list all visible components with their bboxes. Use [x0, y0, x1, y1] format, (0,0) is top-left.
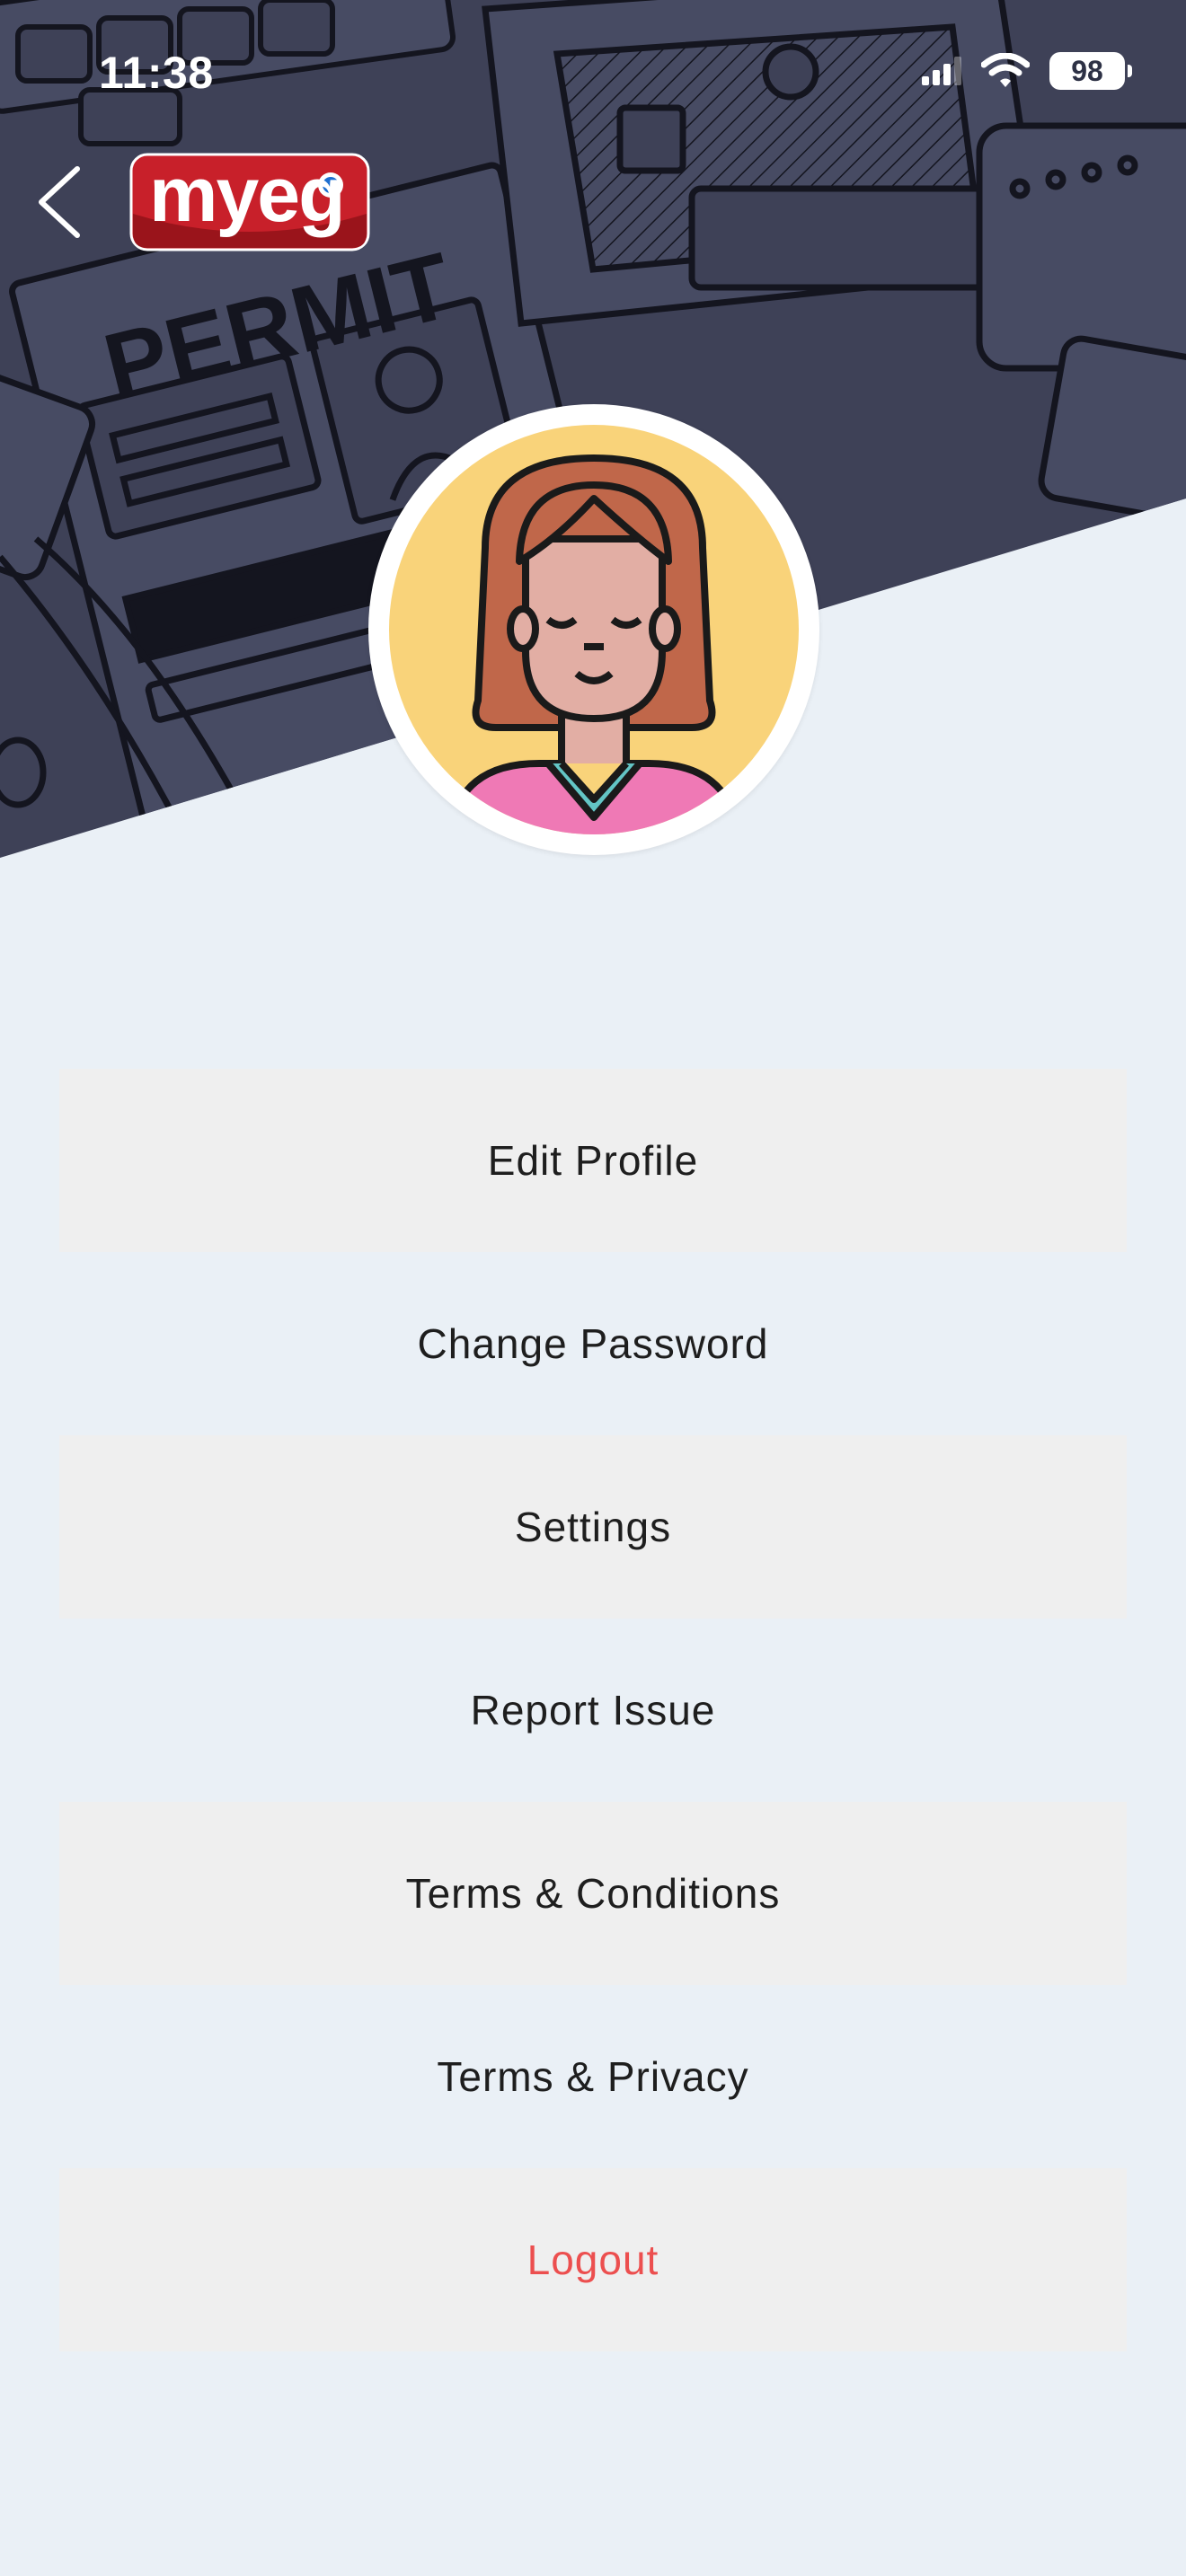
edit-profile-label: Edit Profile [487, 1137, 699, 1184]
status-time: 11:38 [99, 48, 214, 98]
status-bar: 11:38 98 [0, 0, 1186, 153]
profile-avatar[interactable] [368, 404, 819, 855]
settings-label: Settings [514, 1504, 672, 1550]
terms-privacy-label: Terms & Privacy [437, 2053, 749, 2100]
logout-label: Logout [527, 2236, 659, 2283]
terms-conditions-button[interactable]: Terms & Conditions [59, 1802, 1127, 1985]
terms-privacy-button[interactable]: Terms & Privacy [59, 1985, 1127, 2168]
back-button[interactable] [29, 162, 92, 243]
edit-profile-button[interactable]: Edit Profile [59, 1069, 1127, 1252]
profile-menu: Edit Profile Change Password Settings Re… [59, 1069, 1127, 2351]
logout-button[interactable]: Logout [59, 2168, 1127, 2351]
status-icons: 98 [922, 52, 1132, 90]
battery-icon: 98 [1049, 52, 1132, 90]
report-issue-label: Report Issue [470, 1687, 716, 1734]
user-avatar-illustration [389, 425, 799, 834]
cellular-signal-icon [922, 57, 961, 85]
logo-text: myeg [149, 152, 346, 238]
battery-level: 98 [1071, 54, 1103, 87]
chevron-left-icon [39, 166, 80, 238]
report-issue-button[interactable]: Report Issue [59, 1619, 1127, 1802]
settings-button[interactable]: Settings [59, 1435, 1127, 1619]
wifi-icon [981, 53, 1030, 87]
terms-conditions-label: Terms & Conditions [405, 1870, 781, 1917]
change-password-label: Change Password [417, 1320, 769, 1367]
myeg-logo: myeg [128, 151, 372, 253]
change-password-button[interactable]: Change Password [59, 1252, 1127, 1435]
